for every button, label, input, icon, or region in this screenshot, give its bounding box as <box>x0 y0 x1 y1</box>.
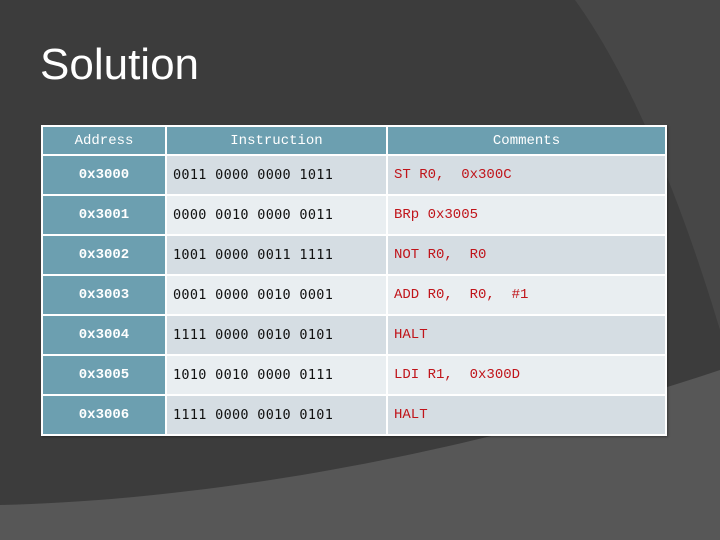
address-cell: 0x3003 <box>41 274 167 316</box>
solution-table: Address Instruction Comments 0x3000 0011… <box>41 125 667 436</box>
instruction-cell: 0011 0000 0000 1011 <box>165 154 388 196</box>
address-cell: 0x3002 <box>41 234 167 276</box>
table-row: 0x3003 0001 0000 0010 0001 ADD R0, R0, #… <box>41 274 667 316</box>
comment-cell: ST R0, 0x300C <box>386 154 667 196</box>
address-cell: 0x3001 <box>41 194 167 236</box>
instruction-cell: 0000 0010 0000 0011 <box>165 194 388 236</box>
comment-cell: HALT <box>386 314 667 356</box>
instruction-cell: 0001 0000 0010 0001 <box>165 274 388 316</box>
comment-cell: HALT <box>386 394 667 436</box>
header-instruction: Instruction <box>165 125 388 156</box>
instruction-cell: 1111 0000 0010 0101 <box>165 394 388 436</box>
comment-cell: NOT R0, R0 <box>386 234 667 276</box>
table-row: 0x3004 1111 0000 0010 0101 HALT <box>41 314 667 356</box>
table-row: 0x3002 1001 0000 0011 1111 NOT R0, R0 <box>41 234 667 276</box>
slide-title: Solution <box>40 40 200 89</box>
table-row: 0x3001 0000 0010 0000 0011 BRp 0x3005 <box>41 194 667 236</box>
comment-cell: ADD R0, R0, #1 <box>386 274 667 316</box>
comment-cell: BRp 0x3005 <box>386 194 667 236</box>
table-row: 0x3006 1111 0000 0010 0101 HALT <box>41 394 667 436</box>
instruction-cell: 1001 0000 0011 1111 <box>165 234 388 276</box>
instruction-cell: 1010 0010 0000 0111 <box>165 354 388 396</box>
address-cell: 0x3006 <box>41 394 167 436</box>
address-cell: 0x3005 <box>41 354 167 396</box>
address-cell: 0x3004 <box>41 314 167 356</box>
table-header-row: Address Instruction Comments <box>41 125 667 156</box>
table-row: 0x3000 0011 0000 0000 1011 ST R0, 0x300C <box>41 154 667 196</box>
comment-cell: LDI R1, 0x300D <box>386 354 667 396</box>
header-address: Address <box>41 125 167 156</box>
instruction-cell: 1111 0000 0010 0101 <box>165 314 388 356</box>
address-cell: 0x3000 <box>41 154 167 196</box>
table-row: 0x3005 1010 0010 0000 0111 LDI R1, 0x300… <box>41 354 667 396</box>
header-comments: Comments <box>386 125 667 156</box>
